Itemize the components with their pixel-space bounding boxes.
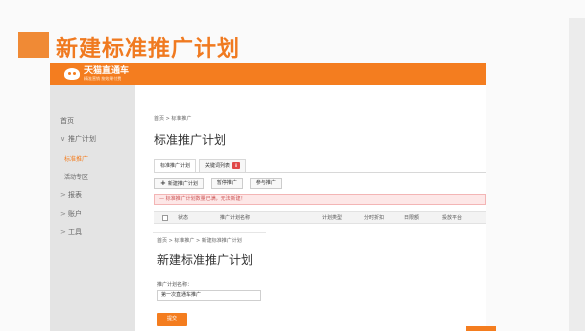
chevron-right-icon: > xyxy=(60,191,66,199)
tmall-cat-icon xyxy=(64,68,80,80)
warning-icon: — xyxy=(159,196,164,202)
new-plan-button[interactable]: + 新建推广计划 xyxy=(154,178,204,189)
sidebar-item-tools[interactable]: > 工具 xyxy=(60,227,82,237)
table-header: 状态 推广计划名称 计划类型 分时折扣 日限额 投放平台 xyxy=(154,211,486,224)
new-plan-panel: 首页 > 标准推广 > 新建标准推广计划 新建标准推广计划 推广计划名称： 第一… xyxy=(153,232,266,331)
sidebar-item-standard[interactable]: 标准推广 xyxy=(64,154,88,163)
sidebar-item-reports[interactable]: > 报表 xyxy=(60,190,82,200)
plan-name-label: 推广计划名称： xyxy=(157,282,193,288)
column-plan-name: 推广计划名称 xyxy=(220,215,251,221)
app-screenshot: 天猫直通车 精准营销 按效果付费 首页 ∨ 推广计划 标准推广 活动专区 > 报表 … xyxy=(50,63,486,331)
sidebar-item-events[interactable]: 活动专区 xyxy=(64,172,88,181)
submit-button[interactable]: 提交 xyxy=(157,313,187,326)
chevron-down-icon: ∨ xyxy=(60,135,66,143)
chevron-right-icon: > xyxy=(60,228,66,236)
main-content: 首页 > 标准推广 标准推广计划 标准推广计划 关键词列表 8 + 新建推广计划 暂… xyxy=(135,85,486,235)
limit-alert: — 标准推广计划数量已满，无法新建！ xyxy=(154,194,486,205)
panel-title: 新建标准推广计划 xyxy=(157,253,254,267)
logo-sub-text: 精准营销 按效果付费 xyxy=(84,76,122,81)
column-plan-type: 计划类型 xyxy=(322,215,343,221)
page-title: 标准推广计划 xyxy=(154,133,227,147)
plus-icon: + xyxy=(160,179,166,187)
sidebar-item-home[interactable]: 首页 xyxy=(60,116,74,126)
sidebar-item-campaigns[interactable]: ∨ 推广计划 xyxy=(60,134,96,144)
column-platform: 投放平台 xyxy=(442,215,463,221)
slide-edge xyxy=(569,18,585,331)
tab-bar: 标准推广计划 关键词列表 8 xyxy=(154,159,249,173)
join-button[interactable]: 参与推广 xyxy=(249,178,282,189)
column-daily-limit: 日限额 xyxy=(404,215,420,221)
title-accent-block xyxy=(18,32,49,58)
column-status: 状态 xyxy=(178,215,189,221)
count-badge: 8 xyxy=(232,162,241,169)
sidebar-item-account[interactable]: > 账户 xyxy=(60,209,82,219)
column-time-discount: 分时折扣 xyxy=(364,215,385,221)
toolbar: + 新建推广计划 暂停推广 参与推广 xyxy=(154,178,289,189)
logo-main-text: 天猫直通车 xyxy=(84,66,130,76)
plan-name-input[interactable]: 第一次直通车推广 xyxy=(157,290,261,301)
tab-divider xyxy=(154,172,486,173)
tab-keyword-list[interactable]: 关键词列表 8 xyxy=(199,159,247,173)
sidebar: 首页 ∨ 推广计划 标准推广 活动专区 > 报表 > 账户 > 工具 xyxy=(50,85,135,331)
chevron-right-icon: > xyxy=(60,210,66,218)
select-all-checkbox[interactable] xyxy=(162,215,168,221)
top-bar: 天猫直通车 精准营销 按效果付费 xyxy=(50,63,486,85)
tab-standard-plans[interactable]: 标准推广计划 xyxy=(154,159,197,173)
slide-title: 新建标准推广计划 xyxy=(56,37,241,62)
breadcrumb: 首页 > 标准推广 xyxy=(154,116,192,122)
app-logo[interactable]: 天猫直通车 精准营销 按效果付费 xyxy=(64,65,129,83)
panel-breadcrumb: 首页 > 标准推广 > 新建标准推广计划 xyxy=(157,238,242,244)
pause-button[interactable]: 暂停推广 xyxy=(210,178,243,189)
corner-accent xyxy=(466,326,496,331)
